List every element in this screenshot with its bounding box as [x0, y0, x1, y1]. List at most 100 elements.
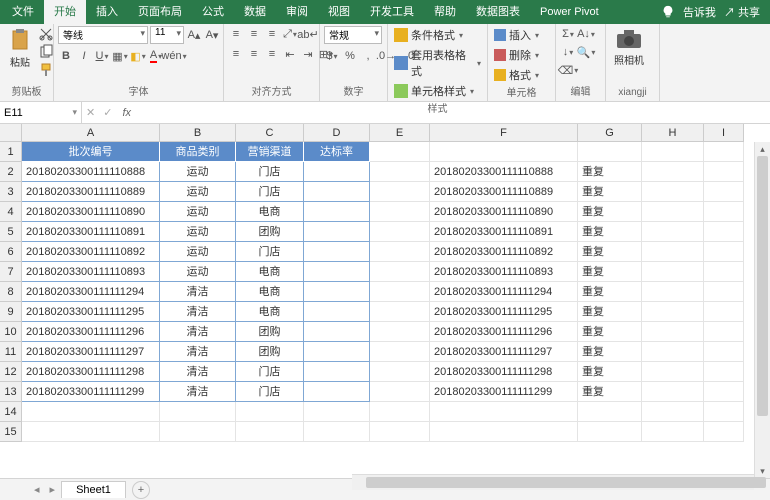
row-header[interactable]: 10: [0, 322, 22, 342]
cell[interactable]: [642, 202, 704, 222]
cancel-formula-icon[interactable]: ✕: [82, 106, 99, 119]
cell[interactable]: 清洁: [160, 322, 236, 342]
menu-tab-9[interactable]: 帮助: [424, 0, 466, 24]
row-header[interactable]: 2: [0, 162, 22, 182]
align-bottom-icon[interactable]: ≡: [264, 26, 280, 42]
cell[interactable]: 20180203300111110892: [22, 242, 160, 262]
align-right-icon[interactable]: ≡: [264, 46, 280, 62]
cell[interactable]: [236, 422, 304, 442]
indent-right-icon[interactable]: ⇥: [300, 46, 316, 62]
col-header[interactable]: D: [304, 124, 370, 142]
cell[interactable]: [704, 402, 744, 422]
delete-cells-button[interactable]: 删除▾: [492, 46, 541, 64]
cell[interactable]: [704, 262, 744, 282]
cell[interactable]: [160, 402, 236, 422]
cell[interactable]: 门店: [236, 382, 304, 402]
cell[interactable]: 电商: [236, 282, 304, 302]
row-header[interactable]: 11: [0, 342, 22, 362]
menu-tab-8[interactable]: 开发工具: [360, 0, 424, 24]
cell[interactable]: [304, 182, 370, 202]
add-sheet-button[interactable]: +: [132, 481, 150, 499]
clear-icon[interactable]: ⌫▾: [560, 62, 576, 78]
number-format-select[interactable]: 常规: [324, 26, 382, 44]
cell[interactable]: 营销渠道: [236, 142, 304, 162]
enter-formula-icon[interactable]: ✓: [99, 106, 116, 119]
cell[interactable]: [370, 262, 430, 282]
cell[interactable]: [370, 242, 430, 262]
cell[interactable]: 20180203300111111298: [22, 362, 160, 382]
italic-icon[interactable]: I: [76, 48, 92, 64]
sort-icon[interactable]: A↓▾: [578, 26, 594, 42]
cell[interactable]: [642, 262, 704, 282]
decrease-font-icon[interactable]: A▾: [204, 27, 220, 43]
col-header[interactable]: H: [642, 124, 704, 142]
wrap-text-icon[interactable]: ab↵: [300, 26, 316, 42]
cell[interactable]: [304, 282, 370, 302]
cell[interactable]: [704, 222, 744, 242]
align-top-icon[interactable]: ≡: [228, 26, 244, 42]
cell[interactable]: [704, 362, 744, 382]
row-header[interactable]: 6: [0, 242, 22, 262]
col-header[interactable]: E: [370, 124, 430, 142]
cell[interactable]: [370, 302, 430, 322]
cell[interactable]: [370, 422, 430, 442]
cell[interactable]: [704, 162, 744, 182]
cell[interactable]: [704, 422, 744, 442]
cell[interactable]: [304, 362, 370, 382]
cell[interactable]: 门店: [236, 242, 304, 262]
bold-icon[interactable]: B: [58, 48, 74, 64]
paste-button[interactable]: 粘贴: [4, 26, 36, 71]
cell[interactable]: 清洁: [160, 302, 236, 322]
cell[interactable]: 运动: [160, 262, 236, 282]
cell[interactable]: 清洁: [160, 282, 236, 302]
cell[interactable]: [370, 282, 430, 302]
cell[interactable]: 20180203300111111299: [22, 382, 160, 402]
cell[interactable]: 重复: [578, 222, 642, 242]
percent-icon[interactable]: %: [342, 48, 358, 64]
cell[interactable]: [304, 382, 370, 402]
row-header[interactable]: 8: [0, 282, 22, 302]
cell[interactable]: [430, 422, 578, 442]
menu-tab-6[interactable]: 审阅: [276, 0, 318, 24]
cell[interactable]: [370, 382, 430, 402]
cell[interactable]: 20180203300111110893: [430, 262, 578, 282]
cell[interactable]: 运动: [160, 222, 236, 242]
tell-me[interactable]: 告诉我: [683, 4, 716, 20]
menu-tab-4[interactable]: 公式: [192, 0, 234, 24]
table-format-button[interactable]: 套用表格格式▾: [392, 46, 483, 80]
cell[interactable]: [370, 402, 430, 422]
cell[interactable]: [642, 142, 704, 162]
cell[interactable]: [370, 162, 430, 182]
cell[interactable]: 门店: [236, 162, 304, 182]
copy-icon[interactable]: [38, 44, 54, 60]
menu-tab-7[interactable]: 视图: [318, 0, 360, 24]
col-header[interactable]: F: [430, 124, 578, 142]
font-size-select[interactable]: 11: [150, 26, 184, 44]
cell[interactable]: 电商: [236, 302, 304, 322]
cell[interactable]: [304, 402, 370, 422]
cell[interactable]: 20180203300111111299: [430, 382, 578, 402]
cell[interactable]: 电商: [236, 262, 304, 282]
fill-color-icon[interactable]: ◧▾: [130, 48, 146, 64]
menu-tab-1[interactable]: 开始: [44, 0, 86, 24]
cell[interactable]: 重复: [578, 382, 642, 402]
menu-tab-2[interactable]: 插入: [86, 0, 128, 24]
cell[interactable]: [642, 222, 704, 242]
cell[interactable]: [642, 422, 704, 442]
cell[interactable]: 团购: [236, 342, 304, 362]
fill-icon[interactable]: ↓▾: [560, 44, 576, 60]
cell[interactable]: [642, 242, 704, 262]
align-left-icon[interactable]: ≡: [228, 46, 244, 62]
cell[interactable]: 20180203300111111295: [22, 302, 160, 322]
cell[interactable]: [642, 182, 704, 202]
cell[interactable]: [304, 222, 370, 242]
select-all-corner[interactable]: [0, 124, 22, 142]
cell[interactable]: 20180203300111111298: [430, 362, 578, 382]
col-header[interactable]: B: [160, 124, 236, 142]
cell[interactable]: 重复: [578, 262, 642, 282]
cell[interactable]: [704, 322, 744, 342]
fx-icon[interactable]: fx: [116, 107, 137, 119]
row-header[interactable]: 4: [0, 202, 22, 222]
cell[interactable]: 门店: [236, 182, 304, 202]
cell[interactable]: 团购: [236, 222, 304, 242]
